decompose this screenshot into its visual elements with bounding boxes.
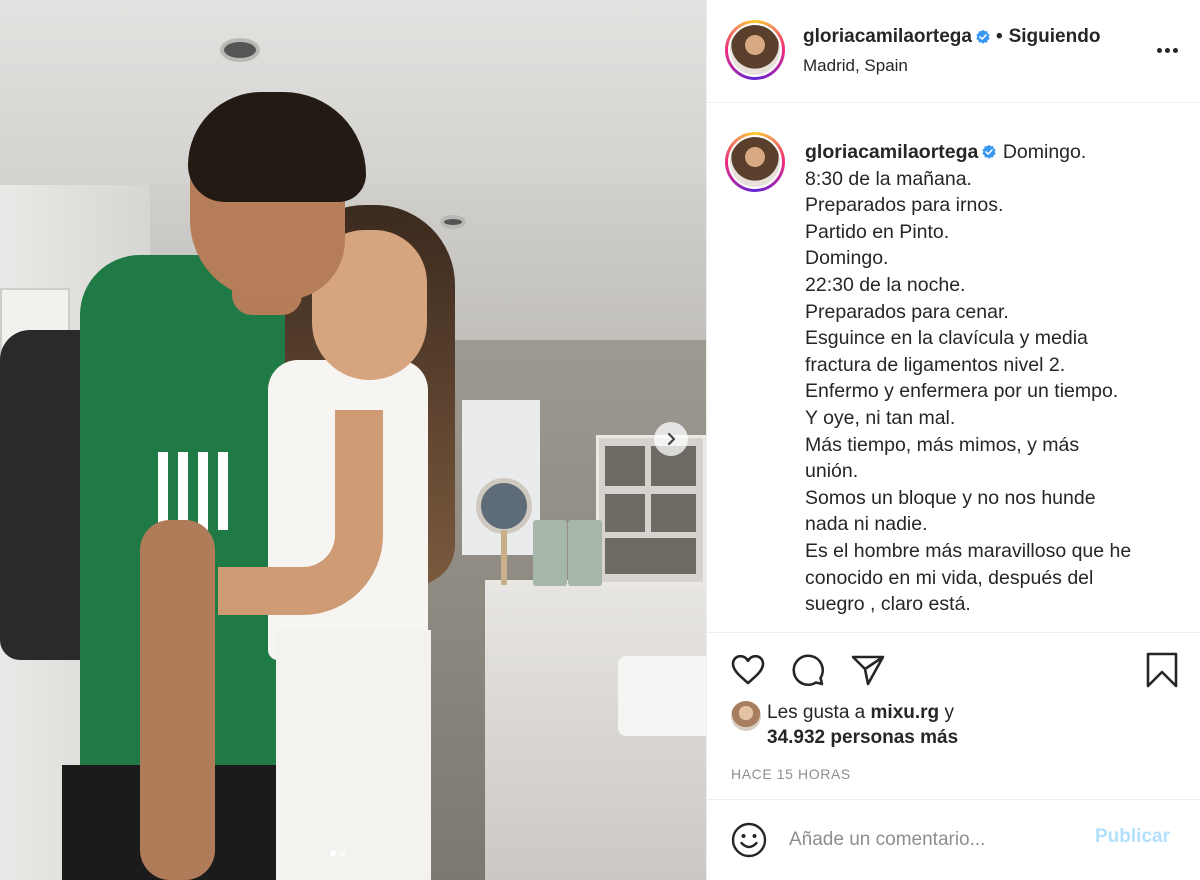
photo-woman-arm	[218, 410, 383, 615]
heart-icon[interactable]	[729, 651, 767, 689]
post-photo[interactable]	[0, 0, 706, 880]
photo-candle	[533, 520, 567, 586]
liker-avatar[interactable]	[731, 701, 761, 731]
photo-vanity-stand	[501, 530, 507, 585]
photo-candle	[568, 520, 602, 586]
caption-line: Domingo.	[1002, 141, 1087, 163]
header-username[interactable]: gloriacamilaortega	[803, 26, 972, 48]
caption-line: Preparados para cenar.	[805, 300, 1009, 323]
share-icon[interactable]	[849, 651, 887, 689]
carousel-dots	[330, 850, 346, 856]
caption-avatar[interactable]	[725, 132, 785, 192]
caption-line: Somos un bloque y no nos hunde	[805, 486, 1096, 509]
caption-line: Más tiempo, más mimos, y más	[805, 433, 1080, 456]
caption-line: Enfermo y enfermera por un tiempo.	[805, 380, 1119, 403]
caption-text: gloriacamilaortega Domingo. 8:30 de la m…	[805, 139, 1165, 618]
likes-count[interactable]: 34.932 personas más	[767, 727, 958, 749]
verified-badge-icon	[982, 144, 997, 159]
caption-line: conocido en mi vida, después del	[805, 566, 1094, 589]
likes-summary[interactable]: Les gusta a mixu.rg y 34.932 personas má…	[731, 701, 958, 748]
caption-line: 8:30 de la mañana.	[805, 167, 972, 190]
emoji-icon[interactable]	[731, 822, 767, 858]
caption-line: nada ni nadie.	[805, 513, 928, 536]
caption-username[interactable]: gloriacamilaortega	[805, 141, 978, 163]
liker-username[interactable]: mixu.rg	[871, 702, 940, 723]
caption-line: unión.	[805, 460, 859, 483]
header-user-line: gloriacamilaortega • Siguiendo	[803, 26, 1100, 48]
caption-line: suegro , claro está.	[805, 593, 971, 616]
caption-line: Domingo.	[805, 247, 889, 270]
photo-man-arm	[140, 520, 215, 880]
comment-bar: Publicar	[707, 800, 1200, 880]
photo-ceiling-light	[440, 215, 466, 229]
carousel-dot	[340, 850, 346, 856]
comment-input[interactable]	[789, 824, 1079, 856]
post-header: gloriacamilaortega • Siguiendo Madrid, S…	[707, 0, 1200, 103]
carousel-dot-active	[330, 850, 336, 856]
caption-line: Es el hombre más maravilloso que he	[805, 539, 1132, 562]
chevron-right-icon	[667, 432, 676, 446]
photo-vanity-mirror	[476, 478, 532, 534]
bookmark-icon[interactable]	[1143, 651, 1181, 689]
likes-conjunction: y	[944, 702, 954, 723]
caption-scroll-area[interactable]: gloriacamilaortega Domingo. 8:30 de la m…	[707, 104, 1200, 632]
photo-woman-skirt	[276, 630, 431, 880]
caption-line: Partido en Pinto.	[805, 220, 950, 243]
more-options-icon[interactable]	[1155, 38, 1179, 62]
post-sidebar: gloriacamilaortega • Siguiendo Madrid, S…	[706, 0, 1200, 880]
likes-line-1: Les gusta a mixu.rg y	[767, 701, 954, 725]
post-timestamp[interactable]: HACE 15 HORAS	[731, 766, 851, 782]
following-button[interactable]: Siguiendo	[1009, 26, 1101, 48]
photo-collage-frame	[596, 435, 706, 585]
caption-line: 22:30 de la noche.	[805, 273, 966, 296]
carousel-next-button[interactable]	[654, 422, 688, 456]
likes-prefix: Les gusta a	[767, 702, 866, 723]
post-actions: Les gusta a mixu.rg y 34.932 personas má…	[707, 632, 1200, 800]
header-avatar[interactable]	[725, 20, 785, 80]
header-separator: •	[995, 26, 1003, 47]
caption-line: Preparados para irnos.	[805, 194, 1004, 217]
caption-line: fractura de ligamentos nivel 2.	[805, 353, 1066, 376]
caption-line: Esguince en la clavícula y media	[805, 327, 1088, 350]
photo-sink	[618, 656, 706, 736]
instagram-post: gloriacamilaortega • Siguiendo Madrid, S…	[0, 0, 1200, 880]
photo-ceiling-light	[220, 38, 260, 62]
header-location[interactable]: Madrid, Spain	[803, 56, 908, 76]
caption-first-line: gloriacamilaortega Domingo.	[805, 139, 1165, 166]
publish-button[interactable]: Publicar	[1095, 826, 1170, 848]
caption-line: Y oye, ni tan mal.	[805, 406, 956, 429]
comment-icon[interactable]	[789, 651, 827, 689]
verified-badge-icon	[976, 29, 990, 44]
